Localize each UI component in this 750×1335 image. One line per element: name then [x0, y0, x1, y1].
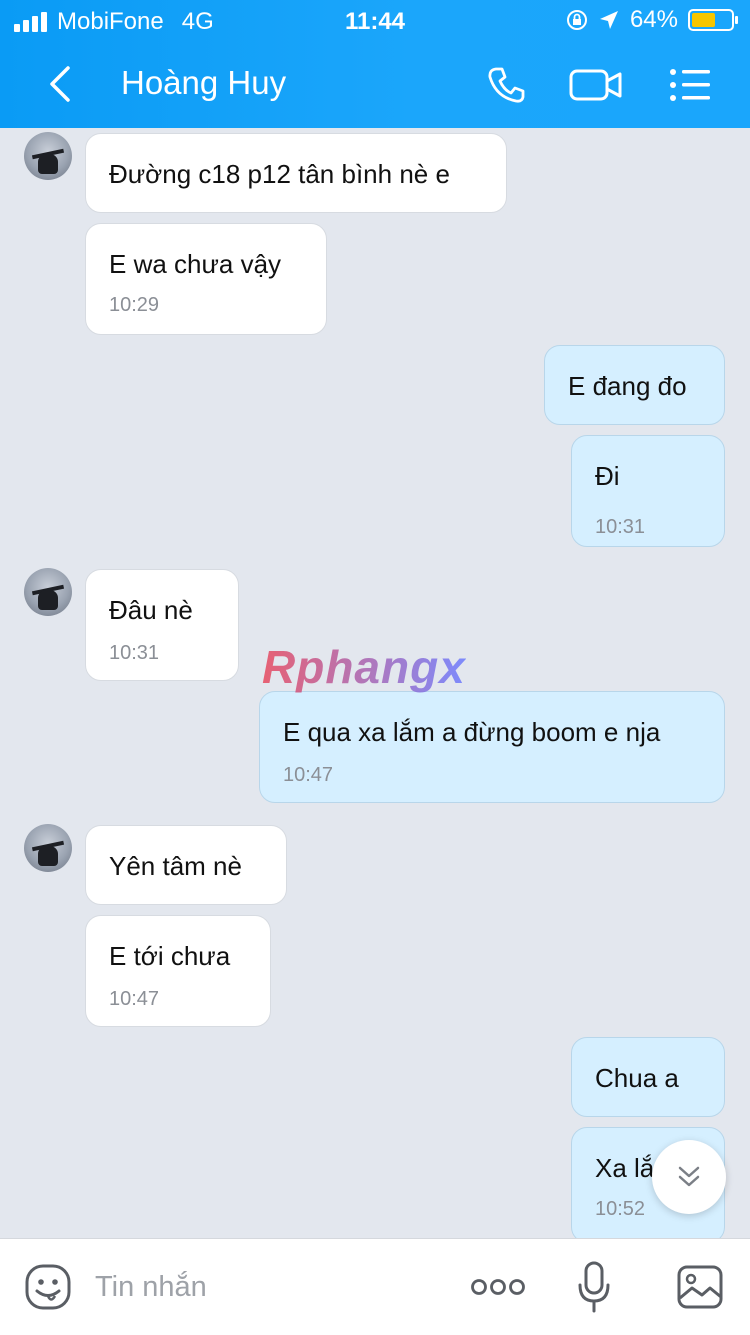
message-bubble[interactable]: Đường c18 p12 tân bình nè e	[85, 133, 507, 213]
image-icon	[677, 1265, 723, 1309]
message-text: Đi	[595, 461, 620, 491]
message-text: Đâu nè	[109, 595, 193, 625]
voice-message-button[interactable]	[574, 1261, 614, 1313]
contact-avatar[interactable]	[24, 132, 72, 180]
message-input[interactable]: Tin nhắn	[95, 1271, 207, 1304]
scroll-to-bottom-button[interactable]	[652, 1140, 726, 1214]
message-time: 10:31	[109, 642, 160, 664]
message-time: 10:31	[595, 516, 646, 538]
chat-header: MobiFone 4G 11:44 64% Hoàng Huy	[0, 0, 750, 128]
contact-avatar[interactable]	[24, 568, 72, 616]
options-button[interactable]	[662, 60, 718, 110]
message-text: E wa chưa vậy	[109, 249, 282, 279]
message-bubble[interactable]: E qua xa lắm a đừng boom e nja 10:47	[259, 691, 725, 803]
video-call-button[interactable]	[568, 60, 624, 110]
message-composer: Tin nhắn	[0, 1238, 750, 1335]
menu-icon	[670, 69, 710, 101]
message-time: 10:29	[109, 294, 160, 316]
message-text: E đang đo	[568, 371, 687, 401]
battery-percent: 64%	[629, 6, 678, 33]
mic-icon	[578, 1261, 610, 1313]
message-bubble[interactable]: E tới chưa 10:47	[85, 915, 271, 1027]
message-text: Xa lắ	[595, 1153, 655, 1183]
watermark: Rphangx	[262, 641, 466, 693]
call-button[interactable]	[478, 60, 534, 110]
message-time: 10:52	[595, 1198, 646, 1220]
message-text: E tới chưa	[109, 941, 231, 971]
more-options-button[interactable]	[470, 1261, 526, 1313]
message-time: 10:47	[109, 988, 160, 1010]
more-icon	[471, 1279, 525, 1295]
contact-avatar[interactable]	[24, 824, 72, 872]
image-button[interactable]	[674, 1261, 726, 1313]
message-bubble[interactable]: Đi 10:31	[571, 435, 725, 547]
rotation-lock-icon	[566, 10, 587, 30]
emoji-button[interactable]	[22, 1261, 74, 1313]
message-bubble[interactable]: E đang đo	[544, 345, 725, 425]
message-text: E qua xa lắm a đừng boom e nja	[283, 717, 661, 747]
emoji-icon	[25, 1264, 71, 1310]
message-bubble[interactable]: Đâu nè 10:31	[85, 569, 239, 681]
status-bar: MobiFone 4G 11:44 64%	[0, 0, 750, 40]
chevron-left-icon	[50, 66, 70, 102]
message-list[interactable]: Đường c18 p12 tân bình nè e E wa chưa vậ…	[0, 128, 750, 1238]
message-text: Chua a	[595, 1063, 679, 1093]
battery-icon	[688, 9, 738, 31]
video-icon	[569, 69, 622, 101]
message-time: 10:47	[283, 764, 334, 786]
double-chevron-down-icon	[678, 1166, 700, 1187]
message-text: Yên tâm nè	[109, 851, 242, 881]
back-button[interactable]	[40, 62, 80, 106]
phone-icon	[488, 67, 525, 103]
location-icon	[599, 11, 618, 29]
message-bubble[interactable]: E wa chưa vậy 10:29	[85, 223, 327, 335]
contact-name[interactable]: Hoàng Huy	[121, 64, 286, 102]
message-bubble[interactable]: Chua a	[571, 1037, 725, 1117]
message-text: Đường c18 p12 tân bình nè e	[109, 159, 450, 189]
message-bubble[interactable]: Yên tâm nè	[85, 825, 287, 905]
